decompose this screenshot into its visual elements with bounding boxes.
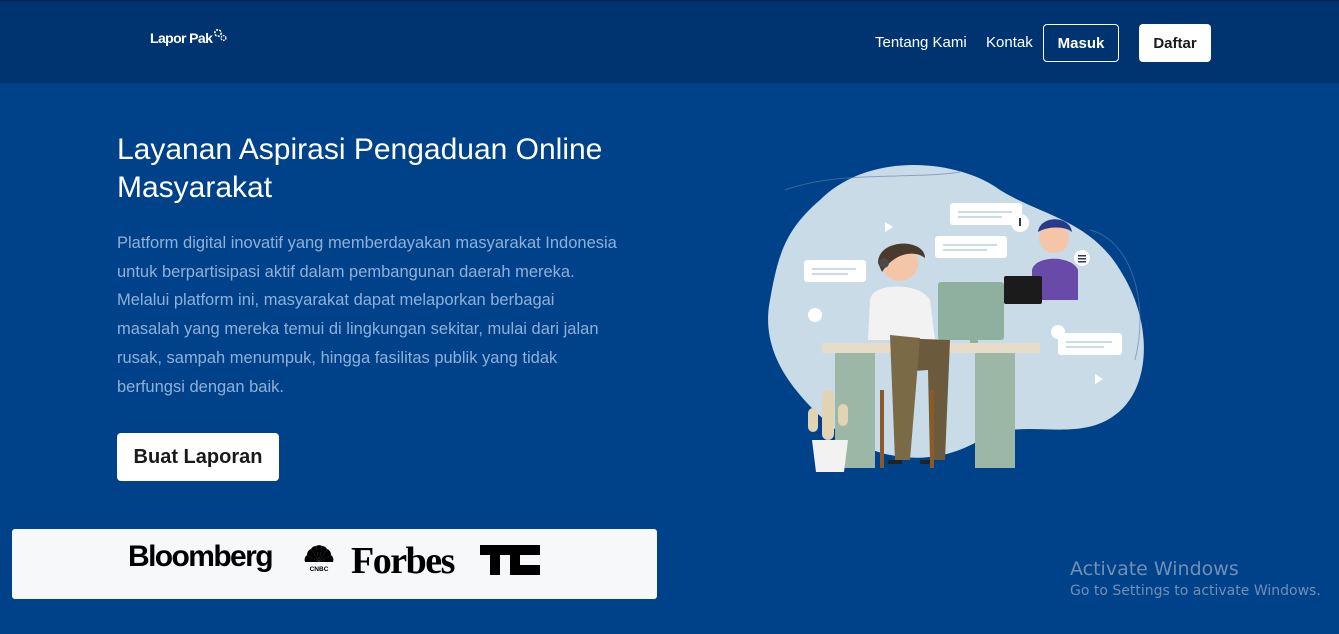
activate-windows-subtitle: Go to Settings to activate Windows. bbox=[1070, 583, 1321, 599]
press-logos-strip: Bloomberg CNBC Forbes TC bbox=[12, 529, 657, 599]
create-report-button[interactable]: Buat Laporan bbox=[117, 433, 279, 481]
gear-logo-icon bbox=[214, 28, 227, 42]
nav-link-tentang-kami[interactable]: Tentang Kami bbox=[875, 34, 967, 51]
chat-bubble-left bbox=[804, 260, 866, 282]
login-button[interactable]: Masuk bbox=[1043, 24, 1119, 62]
hero-title: Layanan Aspirasi Pengaduan Online Masyar… bbox=[117, 133, 603, 204]
forbes-logo: Forbes bbox=[351, 540, 455, 582]
bloomberg-logo: Bloomberg bbox=[128, 540, 274, 573]
logo-text: Lapor Pak bbox=[150, 30, 213, 46]
cnbc-logo: CNBC bbox=[304, 545, 334, 573]
cnbc-wordmark: CNBC bbox=[310, 566, 329, 573]
hero-description: Platform digital inovatif yang memberday… bbox=[117, 234, 617, 396]
activate-windows-title: Activate Windows bbox=[1070, 558, 1239, 580]
register-button[interactable]: Daftar bbox=[1139, 24, 1211, 62]
chat-bubble-middle bbox=[935, 236, 1007, 258]
navbar: Lapor Pak Tentang Kami Kontak Masuk Daft… bbox=[0, 0, 1339, 83]
nav-link-kontak[interactable]: Kontak bbox=[986, 34, 1033, 51]
chat-bubble-right bbox=[1058, 333, 1122, 355]
customer-service-illustration bbox=[768, 165, 1144, 472]
techcrunch-logo: TC bbox=[480, 545, 540, 575]
logo[interactable]: Lapor Pak bbox=[150, 28, 227, 46]
